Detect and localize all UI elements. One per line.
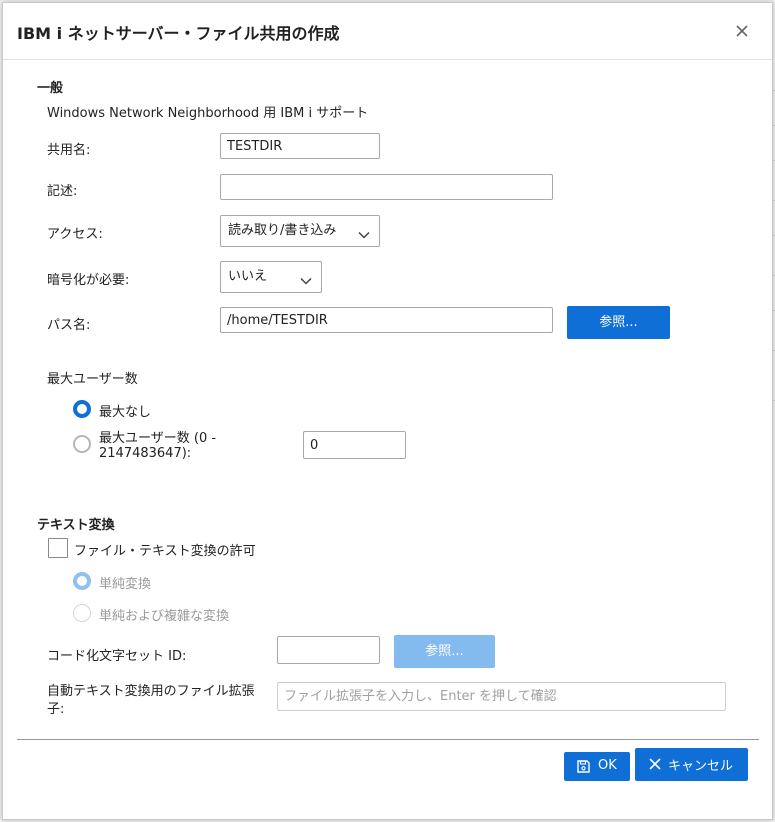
ccsid-input[interactable]	[277, 636, 380, 664]
ok-button-label: OK	[598, 758, 617, 773]
cancel-button-label: キャンセル	[668, 759, 734, 774]
cancel-button[interactable]: キャンセル	[635, 748, 748, 781]
max-users-heading: 最大ユーザー数	[47, 372, 138, 387]
extension-label-line2: 子:	[47, 702, 65, 717]
share-name-label: 共用名:	[47, 143, 91, 158]
access-label: アクセス:	[47, 227, 103, 242]
share-name-input[interactable]	[220, 133, 380, 159]
description-label: 記述:	[47, 184, 78, 199]
description-input[interactable]	[220, 174, 553, 200]
general-subtitle: Windows Network Neighborhood 用 IBM i サポー…	[47, 106, 369, 121]
close-icon[interactable]	[730, 19, 754, 43]
create-share-dialog: IBM i ネットサーバー・ファイル共用の作成 一般 Windows Netwo…	[2, 2, 773, 820]
max-users-none-label: 最大なし	[99, 405, 152, 420]
encryption-select-value: いいえ	[228, 269, 268, 284]
encryption-label: 暗号化が必要:	[47, 273, 130, 288]
complex-conversion-label: 単純および複雑な変換	[99, 609, 230, 624]
allow-conversion-checkbox[interactable]	[48, 538, 68, 558]
extension-label: 自動テキスト変換用のファイル拡張 子:	[47, 683, 255, 719]
general-heading: 一般	[37, 81, 64, 96]
access-select-value: 読み取り/書き込み	[228, 223, 337, 238]
max-users-limit-label-line1: 最大ユーザー数 (0 -	[99, 431, 217, 446]
ccsid-browse-button[interactable]: 参照...	[394, 635, 495, 668]
extension-input[interactable]	[277, 682, 726, 711]
extension-label-line1: 自動テキスト変換用のファイル拡張	[47, 684, 255, 699]
access-select[interactable]: 読み取り/書き込み	[220, 215, 380, 247]
encryption-select[interactable]: いいえ	[220, 261, 322, 293]
max-users-limit-label: 最大ユーザー数 (0 - 2147483647):	[99, 431, 216, 461]
allow-conversion-label: ファイル・テキスト変換の許可	[74, 544, 256, 559]
path-input[interactable]	[220, 307, 553, 333]
chevron-down-icon	[357, 224, 371, 254]
footer-divider	[17, 739, 759, 740]
path-browse-button[interactable]: 参照...	[567, 306, 670, 339]
simple-conversion-radio[interactable]	[73, 572, 91, 590]
close-icon	[649, 758, 661, 774]
max-users-none-radio[interactable]	[73, 400, 91, 418]
max-users-limit-radio[interactable]	[73, 435, 91, 453]
max-users-limit-input[interactable]	[303, 431, 406, 459]
dialog-title: IBM i ネットサーバー・ファイル共用の作成	[17, 24, 340, 43]
complex-conversion-radio[interactable]	[73, 604, 91, 622]
ccsid-label: コード化文字セット ID:	[47, 649, 187, 664]
max-users-limit-label-line2: 2147483647):	[99, 446, 192, 461]
simple-conversion-label: 単純変換	[99, 577, 152, 592]
path-label: パス名:	[47, 318, 91, 333]
ok-button[interactable]: OK	[564, 752, 630, 781]
save-icon	[577, 760, 590, 777]
text-conversion-heading: テキスト変換	[37, 518, 115, 533]
chevron-down-icon	[299, 270, 313, 300]
dialog-header: IBM i ネットサーバー・ファイル共用の作成	[3, 3, 772, 60]
